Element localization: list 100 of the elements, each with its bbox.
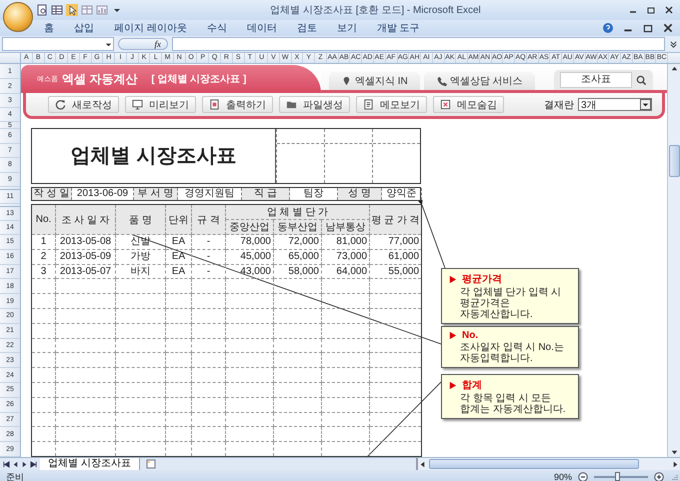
table-cell: EA xyxy=(166,234,192,250)
expand-icon[interactable] xyxy=(669,40,678,48)
pointer-icon[interactable] xyxy=(66,4,78,16)
table-cell: EA xyxy=(166,249,192,264)
column-heading: 동부산업 xyxy=(274,220,322,235)
info-label: 직 급 xyxy=(242,188,290,200)
zoom-level[interactable]: 90% xyxy=(554,472,572,481)
column-heading: 단위 xyxy=(166,204,192,235)
info-label: 성 명 xyxy=(338,188,382,200)
spreadsheet-icon[interactable] xyxy=(51,4,63,16)
ribbon-tab[interactable]: 삽입 xyxy=(66,21,102,35)
ribbon-tab[interactable]: 페이지 레이아웃 xyxy=(106,21,195,35)
monitor-icon xyxy=(132,99,143,110)
table-cell: 77,000 xyxy=(370,234,422,250)
toolbar-button[interactable]: 파일생성 xyxy=(279,96,350,113)
approval-box xyxy=(372,128,420,184)
table-cell: EA xyxy=(166,264,192,279)
ribbon-tab[interactable]: 검토 xyxy=(288,21,325,35)
insert-sheet-icon[interactable] xyxy=(144,459,158,469)
phone-icon xyxy=(436,76,447,87)
table-cell: 58,000 xyxy=(274,264,322,279)
close-icon[interactable] xyxy=(662,22,674,34)
note-title: 평균가격 xyxy=(462,273,502,286)
office-button[interactable] xyxy=(3,2,33,32)
info-value: 양익준 xyxy=(382,188,422,200)
sheet-title: 업체별 시장조사표 xyxy=(32,128,276,184)
table-cell: 45,000 xyxy=(226,249,274,264)
zoom-slider-thumb[interactable] xyxy=(615,472,620,481)
toolbar-button[interactable]: 새로작성 xyxy=(48,96,119,113)
scrollbar-thumb[interactable] xyxy=(429,459,639,469)
close-icon[interactable] xyxy=(664,5,674,15)
help-icon[interactable] xyxy=(602,22,614,34)
document-icon xyxy=(209,99,220,110)
toolbar-button[interactable]: 출력하기 xyxy=(202,96,273,113)
first-sheet-icon[interactable] xyxy=(3,460,10,468)
print-preview-icon[interactable] xyxy=(36,4,48,16)
ribbon-tab[interactable]: 데이터 xyxy=(238,21,285,35)
table-cell: - xyxy=(192,234,226,250)
note-text: 각 항목 입력 시 모든 합계는 자동계산합니다. xyxy=(459,393,567,415)
left-arrow-icon[interactable] xyxy=(418,460,427,468)
ribbon-tab[interactable]: 개발 도구 xyxy=(368,21,428,35)
sheet-tab[interactable]: 업체별 시장조사표 xyxy=(40,458,140,470)
right-arrow-icon[interactable] xyxy=(671,460,680,468)
approval-select[interactable]: 3개 xyxy=(578,98,652,111)
window-title: 업체별 시장조사표 [호환 모드] - Microsoft Excel xyxy=(269,4,482,17)
horizontal-scrollbar[interactable] xyxy=(416,458,680,470)
restore-icon[interactable] xyxy=(642,22,654,34)
approval-box xyxy=(324,128,372,184)
search-icon[interactable] xyxy=(636,74,647,86)
column-heading: 규 격 xyxy=(192,204,226,235)
ribbon-tab[interactable]: 홈 xyxy=(36,21,62,35)
note-text: 각 업체별 단가 입력 시 평균가격은 자동계산합니다. xyxy=(459,287,562,320)
note-text: 조사일자 입력 시 No.는 자동입력합니다. xyxy=(459,342,565,364)
table-cell: 가방 xyxy=(116,249,166,264)
triangle-icon xyxy=(448,380,457,390)
toolbar-button[interactable]: 메모보기 xyxy=(356,96,427,113)
ribbon-tab[interactable]: 보기 xyxy=(328,21,365,35)
triangle-icon xyxy=(448,331,457,340)
ribbon-tab[interactable]: 수식 xyxy=(198,21,235,35)
pin-icon xyxy=(341,76,352,87)
triangle-icon xyxy=(448,274,457,284)
table-cell: 55,000 xyxy=(370,264,422,279)
close-note-icon xyxy=(440,99,451,110)
table-cell: 바지 xyxy=(116,264,166,279)
vertical-scrollbar[interactable] xyxy=(667,64,680,457)
insert-function-button[interactable]: fx xyxy=(118,38,168,50)
column-heading: 중앙산업 xyxy=(226,220,274,235)
table-cell: 43,000 xyxy=(226,264,274,279)
info-label: 작 성 일 xyxy=(32,188,72,200)
last-sheet-icon[interactable] xyxy=(30,460,37,468)
toolbar-button[interactable]: 미리보기 xyxy=(125,96,196,113)
note-icon xyxy=(363,99,374,110)
info-label: 부 서 명 xyxy=(134,188,178,200)
refresh-icon xyxy=(55,99,66,110)
up-arrow-icon[interactable] xyxy=(670,64,678,73)
resize-grip-icon[interactable] xyxy=(670,473,678,481)
column-heading: 평 균 가 격 xyxy=(370,204,422,235)
scrollbar-thumb[interactable] xyxy=(668,144,680,176)
brand-name: 엑셀 자동계산 xyxy=(62,70,138,88)
folder-icon xyxy=(286,99,297,110)
next-sheet-icon[interactable] xyxy=(21,460,28,468)
table-cell: 3 xyxy=(32,264,56,279)
restore-icon[interactable] xyxy=(646,5,656,15)
search-field[interactable]: 조사표 xyxy=(560,72,632,88)
banner-link[interactable]: 엑셀지식 IN xyxy=(329,72,420,90)
approval-box xyxy=(276,128,324,184)
previous-sheet-icon[interactable] xyxy=(12,460,19,468)
table-cell: 78,000 xyxy=(226,234,274,250)
table-cell: - xyxy=(192,249,226,264)
form-name: [ 업체별 시장조사표 ] xyxy=(151,73,246,86)
zoom-out-icon[interactable] xyxy=(578,472,588,481)
zoom-in-icon[interactable] xyxy=(654,472,664,481)
down-arrow-icon[interactable] xyxy=(670,448,678,457)
banner-link[interactable]: 엑셀상담 서비스 xyxy=(424,72,535,90)
table-cell: - xyxy=(192,264,226,279)
formula-field[interactable] xyxy=(172,37,665,51)
table-cell: 73,000 xyxy=(322,249,370,264)
toolbar-button[interactable]: 메모숨김 xyxy=(433,96,504,113)
column-heading: 조 사 일 자 xyxy=(56,204,116,235)
table-cell: 신발 xyxy=(116,234,166,250)
